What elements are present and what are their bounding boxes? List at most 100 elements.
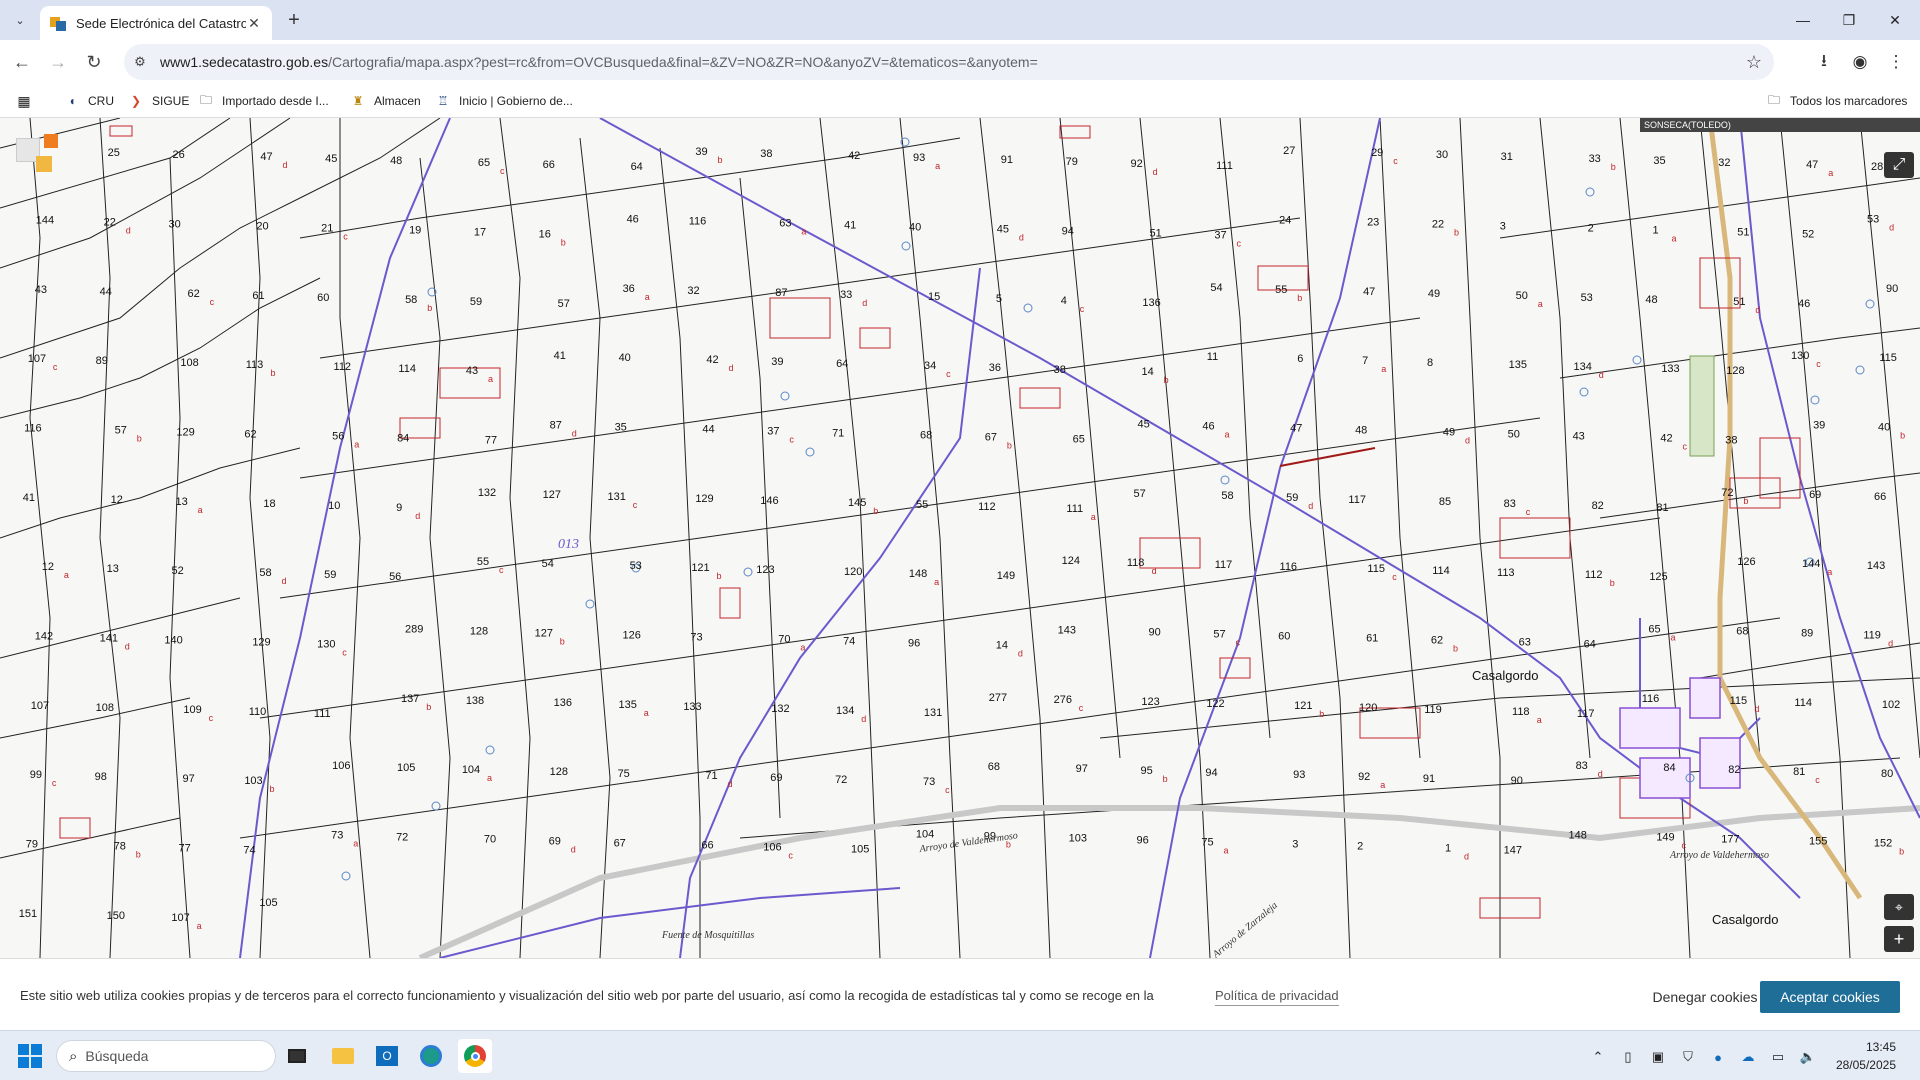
parcel-number-label: 70 [484,834,496,846]
tab-catastro[interactable]: Sede Electrónica del Catastro - ✕ [40,6,272,40]
forward-arrow-icon[interactable]: → [46,50,70,74]
outlook-icon[interactable]: O [370,1039,404,1073]
system-clock[interactable]: 13:45 28/05/2025 [1836,1038,1896,1074]
shield-icon[interactable]: ⛉ [1678,1047,1698,1067]
back-arrow-icon[interactable]: ← [10,50,34,74]
address-bar[interactable]: ⚙ www1.sedecatastro.gob.es/Cartografia/m… [124,44,1774,80]
green-parcel [1689,355,1715,457]
subparcel-letter-label: d [1889,223,1894,233]
cadastral-map[interactable]: 24a252647d454865c666439b384293a917992d11… [0,118,1920,958]
parcel-number-label: 63 [779,218,791,230]
building-outlines [59,125,1801,919]
bookmark-almacen[interactable]: ♜ Almacen [350,91,421,111]
parcel-number-label: 67 [985,432,997,444]
parcel-number-label: 30 [1436,149,1448,161]
parcel-number-label: 39 [771,356,783,368]
tab-search-chevron-icon[interactable]: ⌄ [10,10,30,30]
profile-icon[interactable]: ◉ [1848,50,1872,74]
parcel-number-label: 136 [554,697,572,709]
parcel-number-label: 48 [1355,425,1367,437]
parcel-number-label: 79 [26,839,38,851]
parcel-number-label: 112 [1585,569,1603,581]
subparcel-letter-label: a [1827,567,1832,577]
locate-icon[interactable]: ⌖ [1884,894,1914,920]
sigue-icon: ❯ [130,94,142,108]
catastro-favicon-icon [50,15,66,31]
parcel-number-label: 119 [1863,630,1881,642]
parcel-number-label: 91 [1001,154,1013,166]
subparcel-letter-label: b [1611,162,1616,172]
parcel-number-label: 59 [1286,492,1298,504]
browser-toolbar: ← → ↻ ⚙ www1.sedecatastro.gob.es/Cartogr… [0,40,1920,84]
parcel-number-label: 5 [996,293,1002,305]
parcel-number-label: 33 [1589,153,1601,165]
parcel-number-label: 92 [1358,771,1370,783]
accept-cookies-button[interactable]: Aceptar cookies [1760,981,1900,1013]
parcel-number-label: 52 [1802,229,1814,241]
usb-icon[interactable]: ▯ [1618,1047,1638,1067]
layer-switcher-icon[interactable] [16,134,60,178]
parcel-number-label: 136 [1142,297,1160,309]
start-button[interactable] [18,1044,42,1068]
apps-grid-icon[interactable]: ▦ [16,91,40,111]
parcel-number-label: 83 [1504,498,1516,510]
privacy-policy-link[interactable]: Política de privacidad [1215,988,1339,1006]
parcel-number-label: 83 [1576,760,1588,772]
parcel-number-label: 29 [1371,147,1383,159]
bookmark-sigue[interactable]: ❯ SIGUE [128,91,189,111]
onedrive-icon[interactable]: ☁ [1738,1047,1758,1067]
tab-title: Sede Electrónica del Catastro - [76,15,246,31]
fullscreen-icon[interactable]: ⤢ [1884,152,1914,178]
site-info-icon[interactable]: ⚙ [130,52,150,72]
reload-icon[interactable]: ↻ [82,50,106,74]
clock-time: 13:45 [1865,1040,1896,1054]
parcel-number-label: 131 [924,707,942,719]
parcel-number-label: 1 [1445,843,1451,855]
subparcel-letter-label: b [1899,847,1904,857]
volume-icon[interactable]: 🔈 [1798,1047,1818,1067]
parcel-number-label: 3 [1292,839,1298,851]
task-view-icon[interactable] [280,1039,314,1073]
edge-icon[interactable] [414,1039,448,1073]
display-icon[interactable]: ▭ [1768,1047,1788,1067]
all-bookmarks[interactable]: 🗀 Todos los marcadores [1766,91,1907,111]
parcel-map-canvas[interactable]: 24a252647d454865c666439b384293a917992d11… [0,118,1920,958]
minimize-button[interactable]: — [1788,8,1818,32]
close-window-button[interactable]: ✕ [1880,8,1910,32]
parcel-number-label: 133 [1661,363,1679,375]
zoom-in-button[interactable]: + [1884,926,1914,952]
parcel-number-label: 155 [1809,836,1827,848]
parcel-number-label: 127 [535,628,553,640]
parcel-number-label: 24 [1279,215,1291,227]
parcel-number-label: 66 [1874,491,1886,503]
download-icon[interactable]: ⭳ [1812,50,1836,74]
tab-close-icon[interactable]: ✕ [246,15,262,31]
url-text[interactable]: www1.sedecatastro.gob.es/Cartografia/map… [160,54,1038,70]
new-tab-button[interactable]: + [282,8,306,32]
bookmark-importado[interactable]: 🗀 Importado desde I... [198,91,329,111]
parcel-number-label: 62 [1431,635,1443,647]
parcel-number-label: 22 [1432,219,1444,231]
bookmark-gobierno[interactable]: ♖ Inicio | Gobierno de... [435,91,573,111]
deny-cookies-button[interactable]: Denegar cookies [1630,981,1780,1013]
bookmark-star-icon[interactable]: ☆ [1746,52,1762,73]
teams-icon[interactable]: ● [1708,1047,1728,1067]
parcel-number-label: 71 [832,428,844,440]
parcel-number-label: 3 [1500,221,1506,233]
subparcel-letter-label: c [53,362,58,372]
parcel-number-label: 12 [111,494,123,506]
taskbar-search[interactable]: ⌕ Búsqueda [56,1040,276,1072]
chrome-icon[interactable] [458,1039,492,1073]
bookmark-cru[interactable]: ◖ CRU [64,91,114,111]
parcel-number-label: 54 [542,558,554,570]
chevron-up-icon[interactable]: ⌃ [1588,1047,1608,1067]
parcel-number-label: 72 [1721,487,1733,499]
parcel-number-label: 43 [466,365,478,377]
parcel-number-label: 50 [1508,429,1520,441]
restore-button[interactable]: ❐ [1834,8,1864,32]
parcel-number-label: 98 [95,771,107,783]
tray-app-icon[interactable]: ▣ [1648,1047,1668,1067]
file-explorer-icon[interactable] [326,1039,360,1073]
menu-kebab-icon[interactable]: ⋮ [1884,50,1908,74]
clock-date: 28/05/2025 [1835,1058,1896,1072]
